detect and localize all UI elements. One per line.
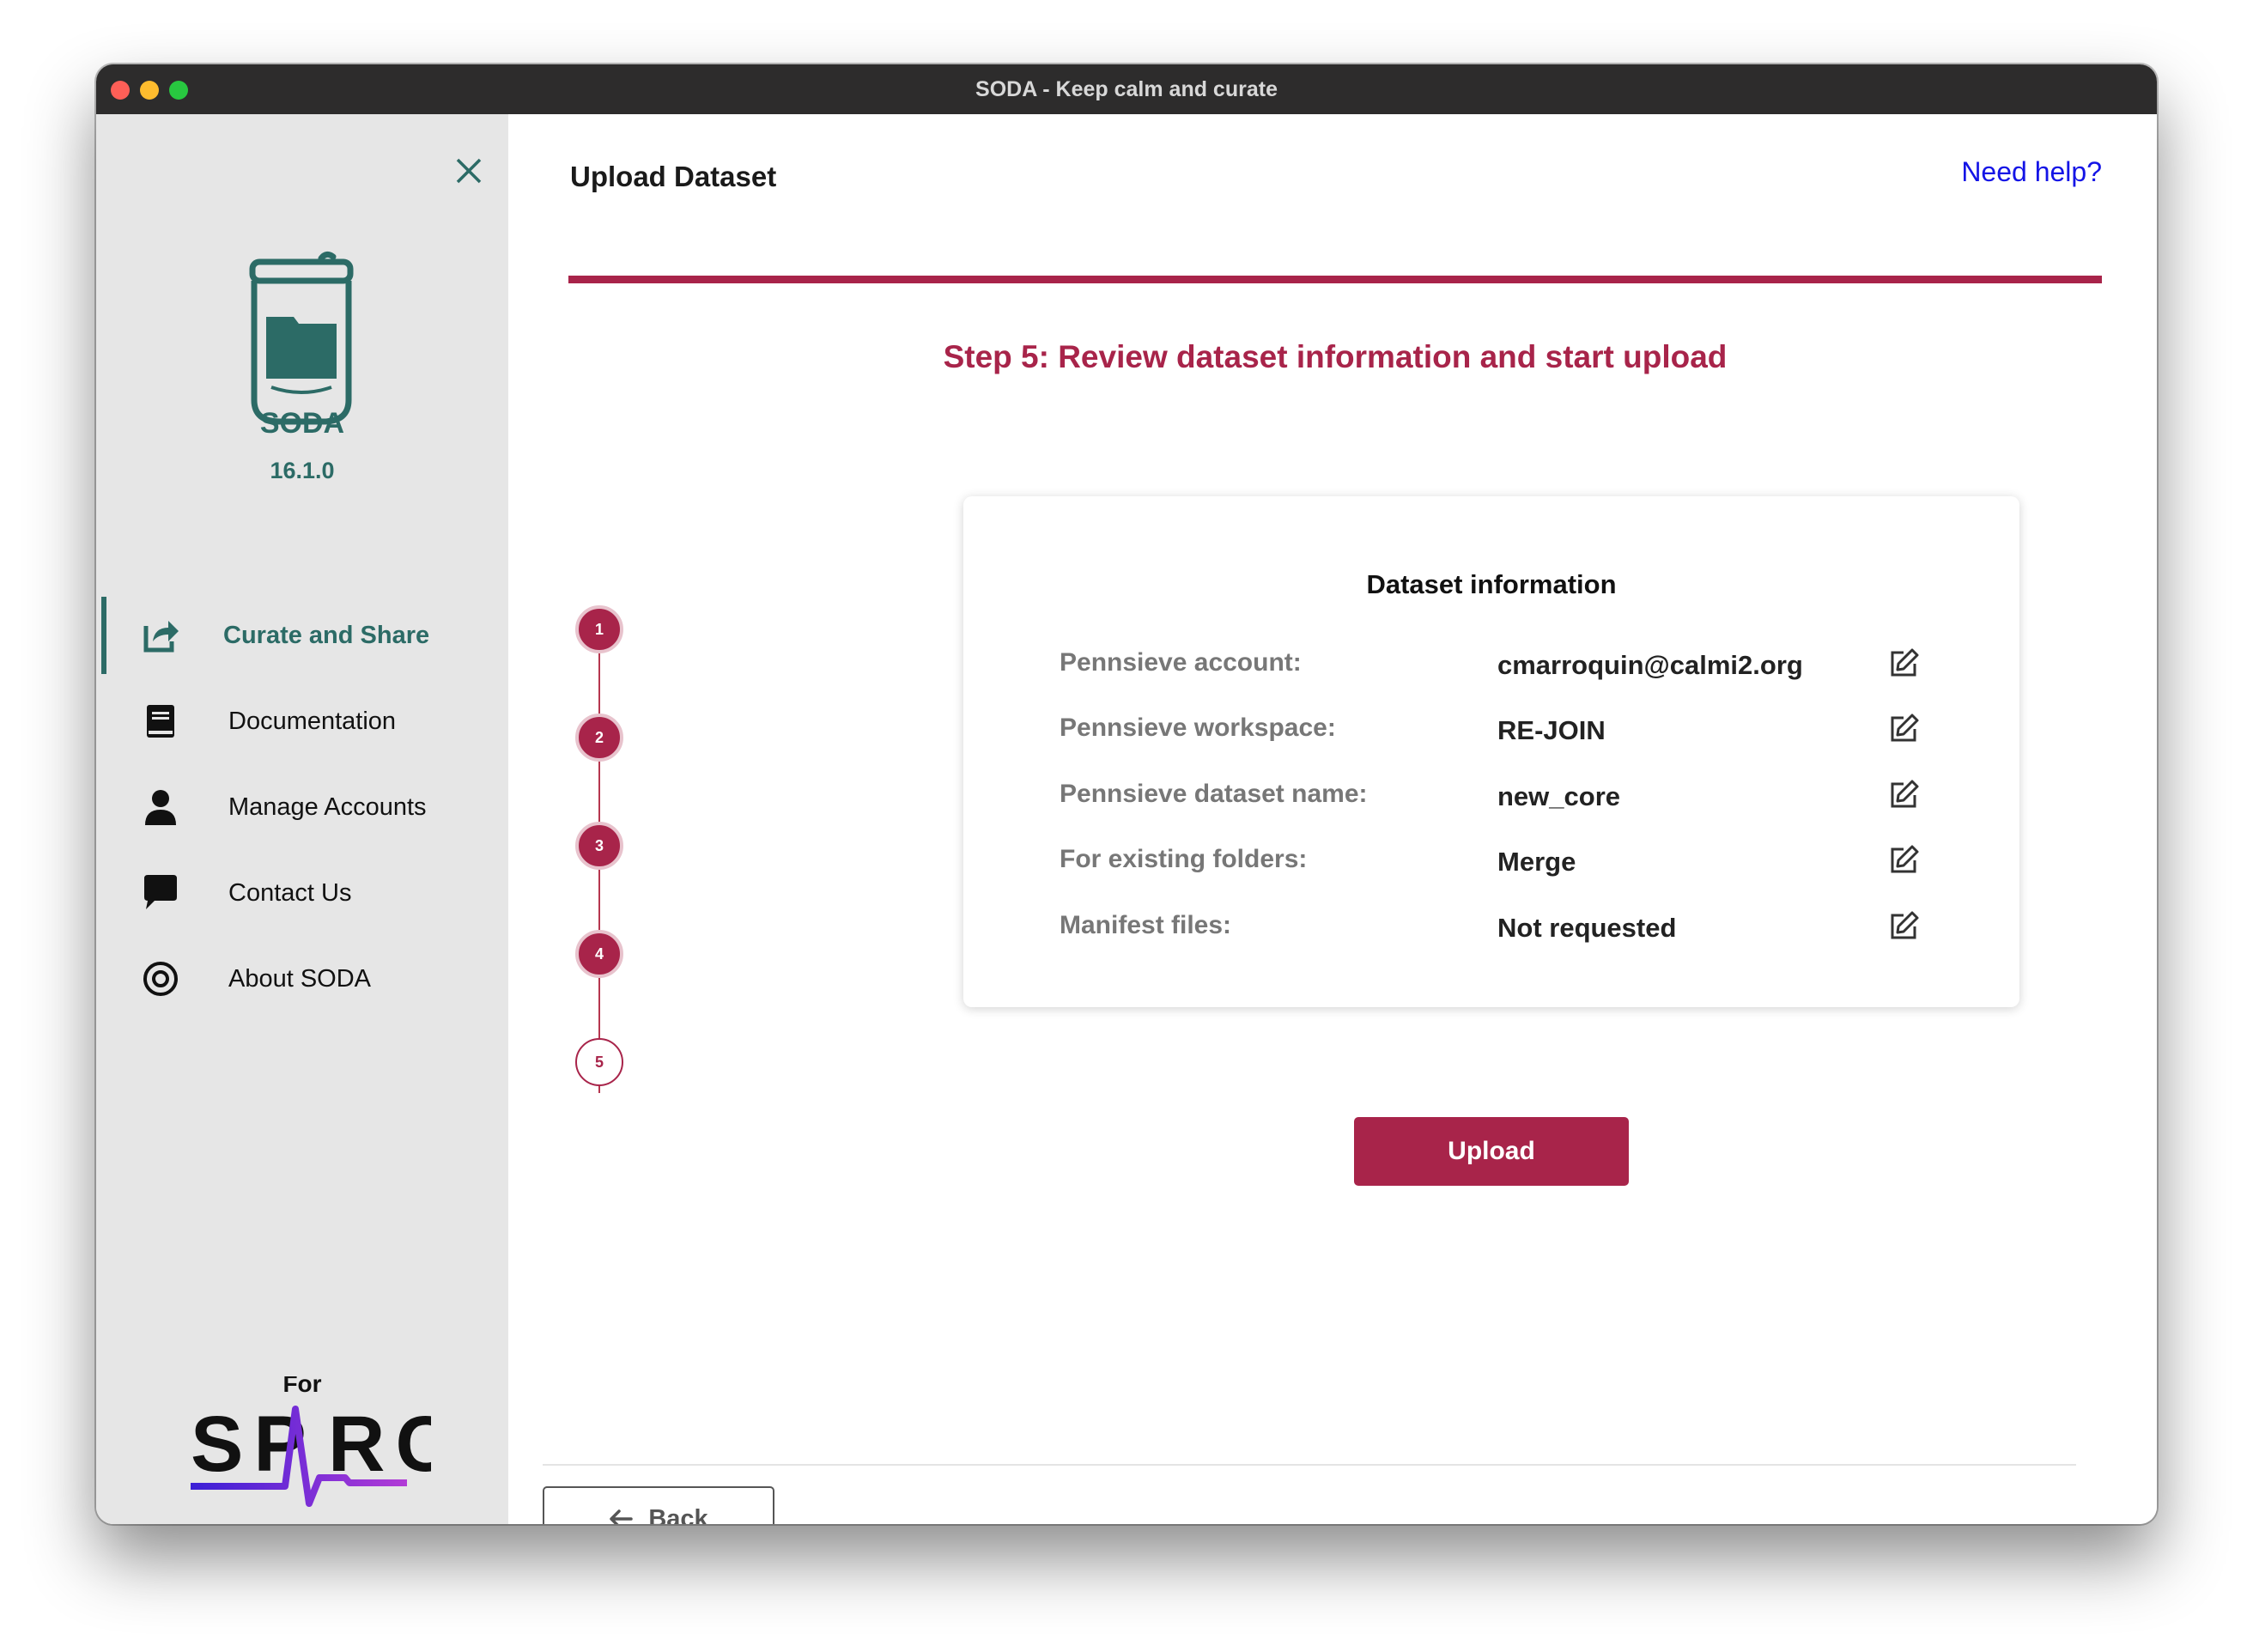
- step-indicator-1: 1: [575, 605, 623, 653]
- edit-icon[interactable]: [1886, 778, 1921, 812]
- info-value: Not requested: [1497, 913, 1677, 943]
- sidebar-item-about-soda[interactable]: About SODA: [96, 940, 508, 1017]
- app-name: SODA: [259, 407, 345, 440]
- user-icon: [141, 787, 180, 827]
- step-heading: Step 5: Review dataset information and s…: [943, 339, 1728, 374]
- sidebar-item-curate-and-share[interactable]: Curate and Share: [96, 597, 508, 674]
- svg-text:For: For: [282, 1376, 321, 1397]
- info-row-manifest-files: Manifest files: Not requested: [963, 901, 2019, 952]
- step-indicator-3: 3: [575, 822, 623, 870]
- sidebar-item-label: Documentation: [228, 707, 397, 735]
- edit-icon[interactable]: [1886, 712, 1921, 746]
- app-window: SODA - Keep calm and curate SODA 16.1.0: [96, 64, 2157, 1524]
- step-indicator-2: 2: [575, 714, 623, 762]
- sidebar-item-manage-accounts[interactable]: Manage Accounts: [96, 768, 508, 846]
- soda-jar-logo: [249, 251, 354, 425]
- sidebar-item-label: Curate and Share: [223, 621, 430, 649]
- info-row-workspace: Pennsieve workspace: RE-JOIN: [963, 703, 2019, 755]
- sparc-logo: For SP RC: [173, 1370, 452, 1524]
- edit-icon[interactable]: [1886, 909, 1921, 944]
- info-value: new_core: [1497, 781, 1621, 811]
- sidebar-item-label: Manage Accounts: [228, 793, 427, 821]
- info-label: Pennsieve workspace:: [1060, 714, 1336, 742]
- arrow-left-icon: [610, 1509, 634, 1524]
- info-value: cmarroquin@calmi2.org: [1497, 650, 1803, 680]
- info-row-account: Pennsieve account: cmarroquin@calmi2.org: [963, 638, 2019, 689]
- target-icon: [141, 959, 180, 999]
- page-title: Upload Dataset: [570, 161, 777, 192]
- footer-divider: [543, 1464, 2076, 1466]
- info-label: Pennsieve account:: [1060, 648, 1302, 677]
- edit-icon[interactable]: [1886, 843, 1921, 878]
- info-label: Manifest files:: [1060, 911, 1232, 939]
- chat-icon: [141, 873, 180, 913]
- step-indicator-5: 5: [575, 1038, 623, 1086]
- minimize-window-button[interactable]: [140, 81, 159, 100]
- sidebar-item-documentation[interactable]: Documentation: [96, 683, 508, 760]
- info-value: Merge: [1497, 847, 1576, 877]
- back-button[interactable]: Back: [543, 1486, 774, 1524]
- info-value: RE-JOIN: [1497, 715, 1606, 745]
- app-version: 16.1.0: [270, 458, 335, 483]
- card-title: Dataset information: [1366, 569, 1617, 599]
- info-label: For existing folders:: [1060, 845, 1308, 873]
- book-icon: [141, 701, 180, 741]
- edit-icon[interactable]: [1886, 647, 1921, 681]
- sidebar: SODA 16.1.0 Curate and Share Documentati…: [96, 114, 508, 1524]
- sidebar-item-label: About SODA: [228, 964, 372, 993]
- sidebar-item-contact-us[interactable]: Contact Us: [96, 854, 508, 932]
- window-title: SODA - Keep calm and curate: [975, 76, 1278, 101]
- dataset-info-card: Dataset information Pennsieve account: c…: [963, 496, 2019, 1007]
- maximize-window-button[interactable]: [169, 81, 188, 100]
- title-divider: [568, 276, 2102, 283]
- close-window-button[interactable]: [111, 81, 130, 100]
- info-label: Pennsieve dataset name:: [1060, 780, 1368, 808]
- title-bar[interactable]: SODA - Keep calm and curate: [96, 64, 2157, 114]
- back-button-label: Back: [648, 1504, 708, 1525]
- upload-button[interactable]: Upload: [1354, 1117, 1629, 1186]
- sidebar-item-label: Contact Us: [228, 878, 352, 907]
- close-icon[interactable]: [453, 155, 484, 186]
- need-help-link[interactable]: Need help?: [1961, 156, 2102, 188]
- share-icon: [141, 616, 180, 655]
- step-indicator-4: 4: [575, 930, 623, 978]
- main-content: Upload Dataset Need help? Step 5: Review…: [508, 114, 2157, 1524]
- info-row-dataset-name: Pennsieve dataset name: new_core: [963, 769, 2019, 821]
- info-row-existing-folders: For existing folders: Merge: [963, 835, 2019, 886]
